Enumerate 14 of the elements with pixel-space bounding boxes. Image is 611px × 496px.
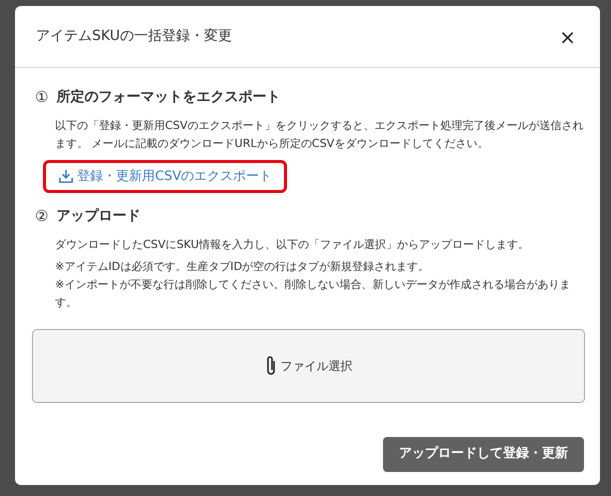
description-text: 以下の「登録・更新用CSVのエクスポート」をクリックすると、エクスポート処理完了後メールが送信されます。 メールに記載のダウンロードURLから所定のCSVをダウンロードしてください。	[55, 118, 584, 152]
description-text: ※アイテムIDは必須です。生産タブIDが空の行はタブが新規登録されます。 ※インポートが不要な行は削除してください。削除しない場合、新しいデータが作成される場合があります。	[55, 258, 572, 310]
description-text: ダウンロードしたCSVにSKU情報を入力し、以下の「ファイル選択」からアップロードします。	[55, 236, 530, 252]
step-number: ②	[35, 206, 48, 227]
export-link[interactable]: 登録・更新用CSVのエクスポート	[43, 160, 288, 193]
upload-submit-button[interactable]: アップロードして登録・更新	[383, 436, 584, 472]
paperclip-icon	[264, 354, 276, 376]
file-select-button[interactable]: ファイル選択	[32, 328, 585, 402]
close-button[interactable]: ×	[555, 26, 580, 46]
section-heading: 所定のフォーマットをエクスポート	[56, 88, 280, 107]
download-icon	[59, 169, 73, 184]
section-heading: アップロード	[56, 206, 140, 226]
modal-title: アイテムSKUの一括登録・変更	[36, 27, 232, 46]
step-number: ①	[35, 87, 48, 108]
